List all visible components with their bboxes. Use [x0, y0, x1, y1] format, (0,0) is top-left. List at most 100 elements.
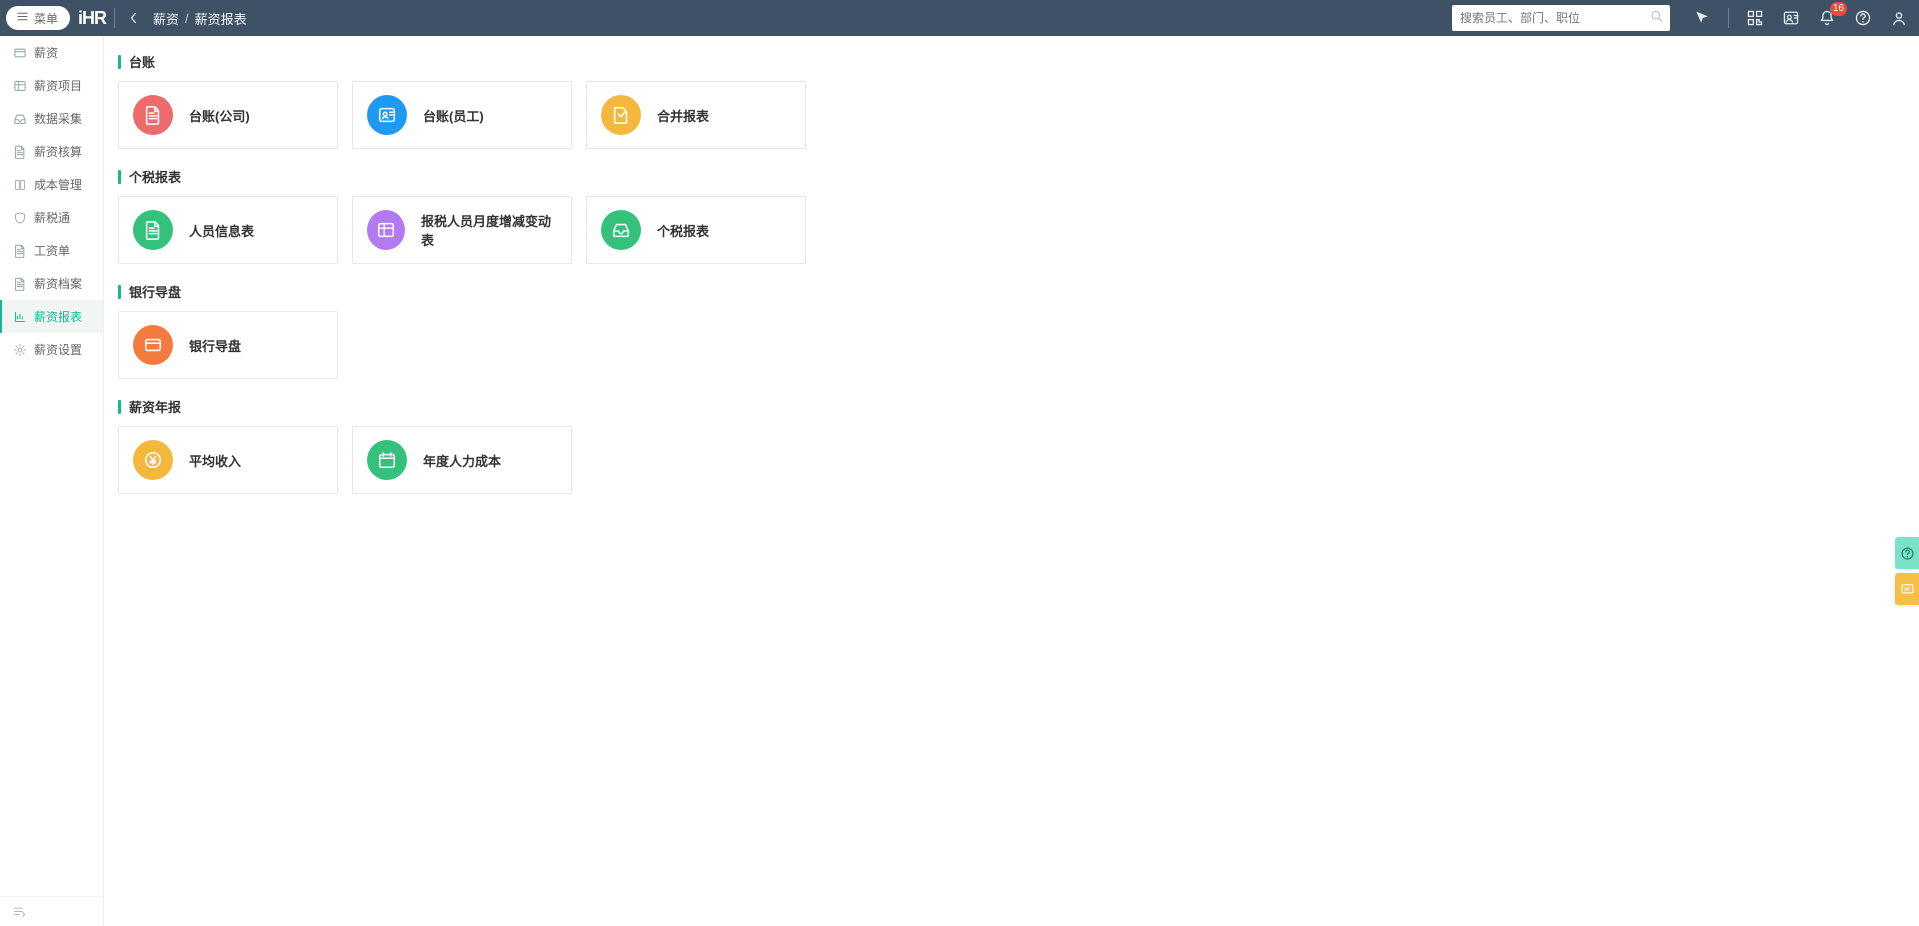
- section-title: 台账: [118, 52, 1907, 71]
- merge-doc-icon: [601, 95, 641, 135]
- qr-icon[interactable]: [1745, 8, 1765, 28]
- card-label: 个税报表: [657, 221, 709, 240]
- search-box[interactable]: [1452, 5, 1670, 31]
- section-title: 薪资年报: [118, 397, 1907, 416]
- report-card[interactable]: 人员信息表: [118, 196, 338, 264]
- sidebar-item-label: 薪资档案: [34, 275, 82, 292]
- sidebar-item-label: 成本管理: [34, 176, 82, 193]
- sidebar-item-0[interactable]: 薪资: [0, 36, 103, 69]
- sidebar-item-label: 薪资核算: [34, 143, 82, 160]
- notification-badge: 16: [1830, 2, 1847, 16]
- card-label: 台账(员工): [423, 106, 484, 125]
- card-label: 台账(公司): [189, 106, 250, 125]
- topbar: 菜单 iHR 薪资 / 薪资报表 16: [0, 0, 1919, 36]
- card-label: 平均收入: [189, 451, 241, 470]
- calendar-icon: [367, 440, 407, 480]
- sidebar: 薪资薪资项目数据采集薪资核算成本管理薪税通工资单薪资档案薪资报表薪资设置: [0, 36, 104, 926]
- card-label: 银行导盘: [189, 336, 241, 355]
- menu-icon: [16, 10, 29, 26]
- search-input[interactable]: [1452, 5, 1670, 31]
- back-button[interactable]: [123, 7, 145, 29]
- table-icon: [367, 210, 405, 250]
- contacts-icon[interactable]: [1781, 8, 1801, 28]
- receipt-icon: [12, 243, 27, 258]
- section-title-label: 台账: [129, 52, 155, 71]
- section-title-label: 银行导盘: [129, 282, 181, 301]
- wallet-icon: [12, 45, 27, 60]
- accent-bar: [118, 170, 121, 184]
- sidebar-item-1[interactable]: 薪资项目: [0, 69, 103, 102]
- card-label: 人员信息表: [189, 221, 254, 240]
- book-icon: [12, 177, 27, 192]
- report-card[interactable]: 合并报表: [586, 81, 806, 149]
- user-icon[interactable]: [1889, 8, 1909, 28]
- card-grid: 人员信息表 报税人员月度增减变动表 个税报表: [118, 196, 1907, 264]
- report-card[interactable]: 台账(员工): [352, 81, 572, 149]
- card-grid: 台账(公司) 台账(员工) 合并报表: [118, 81, 1907, 149]
- sidebar-item-label: 工资单: [34, 242, 70, 259]
- float-help-button[interactable]: [1895, 537, 1919, 569]
- breadcrumb-sep: /: [185, 11, 189, 26]
- separator: [1728, 8, 1729, 28]
- section-2: 银行导盘银行导盘: [118, 282, 1907, 379]
- section-3: 薪资年报平均收入 年度人力成本: [118, 397, 1907, 494]
- sidebar-item-6[interactable]: 工资单: [0, 234, 103, 267]
- card-label: 年度人力成本: [423, 451, 501, 470]
- calc-icon: [12, 144, 27, 159]
- sidebar-item-4[interactable]: 成本管理: [0, 168, 103, 201]
- doc-icon: [133, 210, 173, 250]
- report-card[interactable]: 银行导盘: [118, 311, 338, 379]
- breadcrumb-root[interactable]: 薪资: [153, 9, 179, 28]
- pointer-icon[interactable]: [1692, 8, 1712, 28]
- app-logo: iHR: [78, 8, 106, 29]
- sidebar-item-label: 薪资报表: [34, 308, 82, 325]
- report-card[interactable]: 平均收入: [118, 426, 338, 494]
- gear-icon: [12, 342, 27, 357]
- card-icon: [133, 325, 173, 365]
- report-card[interactable]: 报税人员月度增减变动表: [352, 196, 572, 264]
- accent-bar: [118, 55, 121, 69]
- id-icon: [367, 95, 407, 135]
- sidebar-item-9[interactable]: 薪资设置: [0, 333, 103, 366]
- inbox-icon: [601, 210, 641, 250]
- report-card[interactable]: 台账(公司): [118, 81, 338, 149]
- sidebar-item-8[interactable]: 薪资报表: [0, 300, 103, 333]
- chart-icon: [12, 309, 27, 324]
- separator: [114, 8, 115, 28]
- section-title: 银行导盘: [118, 282, 1907, 301]
- card-label: 报税人员月度增减变动表: [421, 211, 557, 249]
- breadcrumb-current: 薪资报表: [195, 9, 247, 28]
- card-grid: 平均收入 年度人力成本: [118, 426, 1907, 494]
- breadcrumb: 薪资 / 薪资报表: [153, 9, 247, 28]
- section-title: 个税报表: [118, 167, 1907, 186]
- search-icon: [1650, 10, 1664, 27]
- float-feedback-button[interactable]: [1895, 573, 1919, 605]
- report-card[interactable]: 个税报表: [586, 196, 806, 264]
- sidebar-item-label: 薪资项目: [34, 77, 82, 94]
- collect-icon: [12, 111, 27, 126]
- section-title-label: 个税报表: [129, 167, 181, 186]
- help-icon[interactable]: [1853, 8, 1873, 28]
- topbar-actions: 16: [1692, 8, 1909, 28]
- sidebar-item-5[interactable]: 薪税通: [0, 201, 103, 234]
- accent-bar: [118, 285, 121, 299]
- sidebar-item-2[interactable]: 数据采集: [0, 102, 103, 135]
- sidebar-item-label: 数据采集: [34, 110, 82, 127]
- sidebar-collapse-button[interactable]: [0, 896, 103, 926]
- content: 台账台账(公司)台账(员工)合并报表个税报表人员信息表报税人员月度增减变动表个税…: [104, 36, 1919, 926]
- card-grid: 银行导盘: [118, 311, 1907, 379]
- shield-icon: [12, 210, 27, 225]
- sidebar-item-label: 薪资: [34, 44, 58, 61]
- menu-button[interactable]: 菜单: [6, 6, 70, 30]
- menu-label: 菜单: [34, 10, 58, 27]
- floating-actions: [1895, 537, 1919, 605]
- doc-icon: [133, 95, 173, 135]
- card-label: 合并报表: [657, 106, 709, 125]
- folder-icon: [12, 276, 27, 291]
- collapse-icon: [12, 905, 26, 919]
- sidebar-item-3[interactable]: 薪资核算: [0, 135, 103, 168]
- report-card[interactable]: 年度人力成本: [352, 426, 572, 494]
- section-title-label: 薪资年报: [129, 397, 181, 416]
- notifications-button[interactable]: 16: [1817, 8, 1837, 28]
- sidebar-item-7[interactable]: 薪资档案: [0, 267, 103, 300]
